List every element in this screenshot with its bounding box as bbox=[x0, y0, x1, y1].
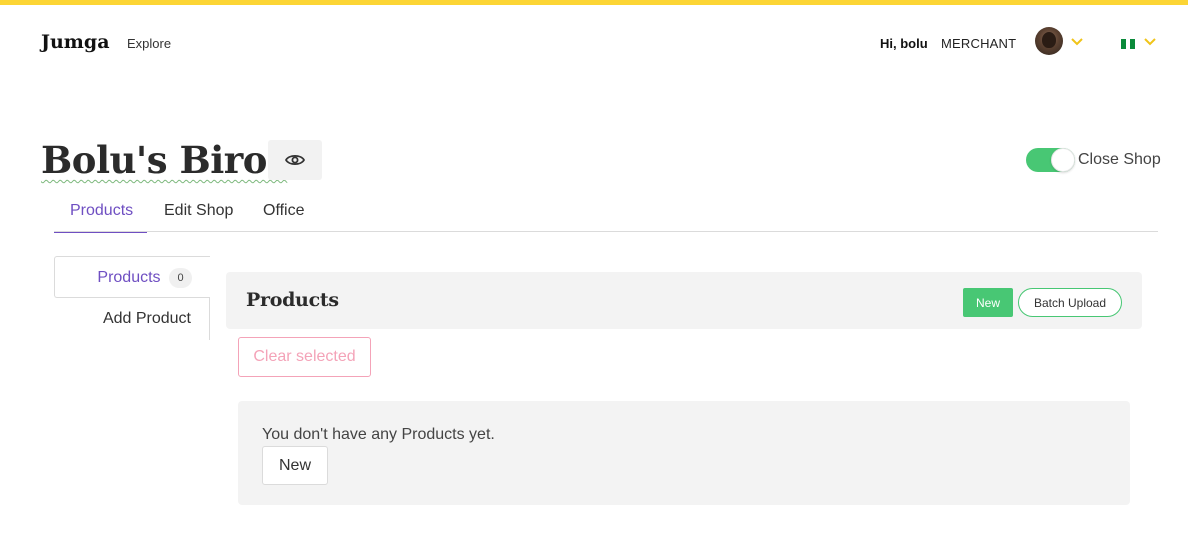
panel-title: Products bbox=[246, 289, 339, 311]
products-count-badge: 0 bbox=[169, 267, 192, 288]
tab-office[interactable]: Office bbox=[247, 193, 321, 232]
toggle-knob bbox=[1051, 148, 1075, 172]
new-product-button[interactable]: New bbox=[963, 288, 1013, 317]
chevron-down-icon[interactable] bbox=[1144, 38, 1156, 46]
avatar[interactable] bbox=[1035, 27, 1063, 55]
side-menu: Products 0 Add Product bbox=[54, 256, 210, 340]
navbar: Jumga Explore Hi, bolu MERCHANT bbox=[0, 5, 1188, 83]
empty-state: You don't have any Products yet. New bbox=[238, 401, 1130, 505]
batch-upload-button[interactable]: Batch Upload bbox=[1018, 288, 1122, 317]
eye-icon bbox=[285, 154, 305, 166]
tab-products[interactable]: Products bbox=[54, 193, 147, 233]
side-item-add-product[interactable]: Add Product bbox=[54, 298, 210, 340]
empty-state-new-button[interactable]: New bbox=[262, 446, 328, 485]
user-role: MERCHANT bbox=[941, 36, 1017, 51]
preview-shop-button[interactable] bbox=[268, 140, 322, 180]
brand-logo[interactable]: Jumga bbox=[41, 31, 110, 53]
nigeria-flag-icon[interactable] bbox=[1121, 39, 1136, 49]
side-item-label: Products bbox=[97, 269, 161, 286]
chevron-down-icon[interactable] bbox=[1071, 38, 1083, 46]
shop-tabs: Products Edit Shop Office bbox=[54, 193, 1158, 233]
side-item-label: Add Product bbox=[102, 310, 191, 327]
products-panel-header: Products New Batch Upload bbox=[226, 272, 1142, 329]
close-shop-toggle[interactable] bbox=[1026, 148, 1075, 172]
side-item-products[interactable]: Products 0 bbox=[54, 256, 210, 298]
close-shop-label: Close Shop bbox=[1078, 151, 1161, 168]
tab-edit-shop[interactable]: Edit Shop bbox=[148, 193, 249, 232]
clear-selected-button[interactable]: Clear selected bbox=[238, 337, 371, 377]
user-greeting: Hi, bolu bbox=[880, 36, 928, 51]
empty-state-message: You don't have any Products yet. bbox=[262, 426, 495, 443]
nav-explore-link[interactable]: Explore bbox=[127, 36, 171, 51]
shop-title: Bolu's Biros bbox=[41, 138, 288, 182]
